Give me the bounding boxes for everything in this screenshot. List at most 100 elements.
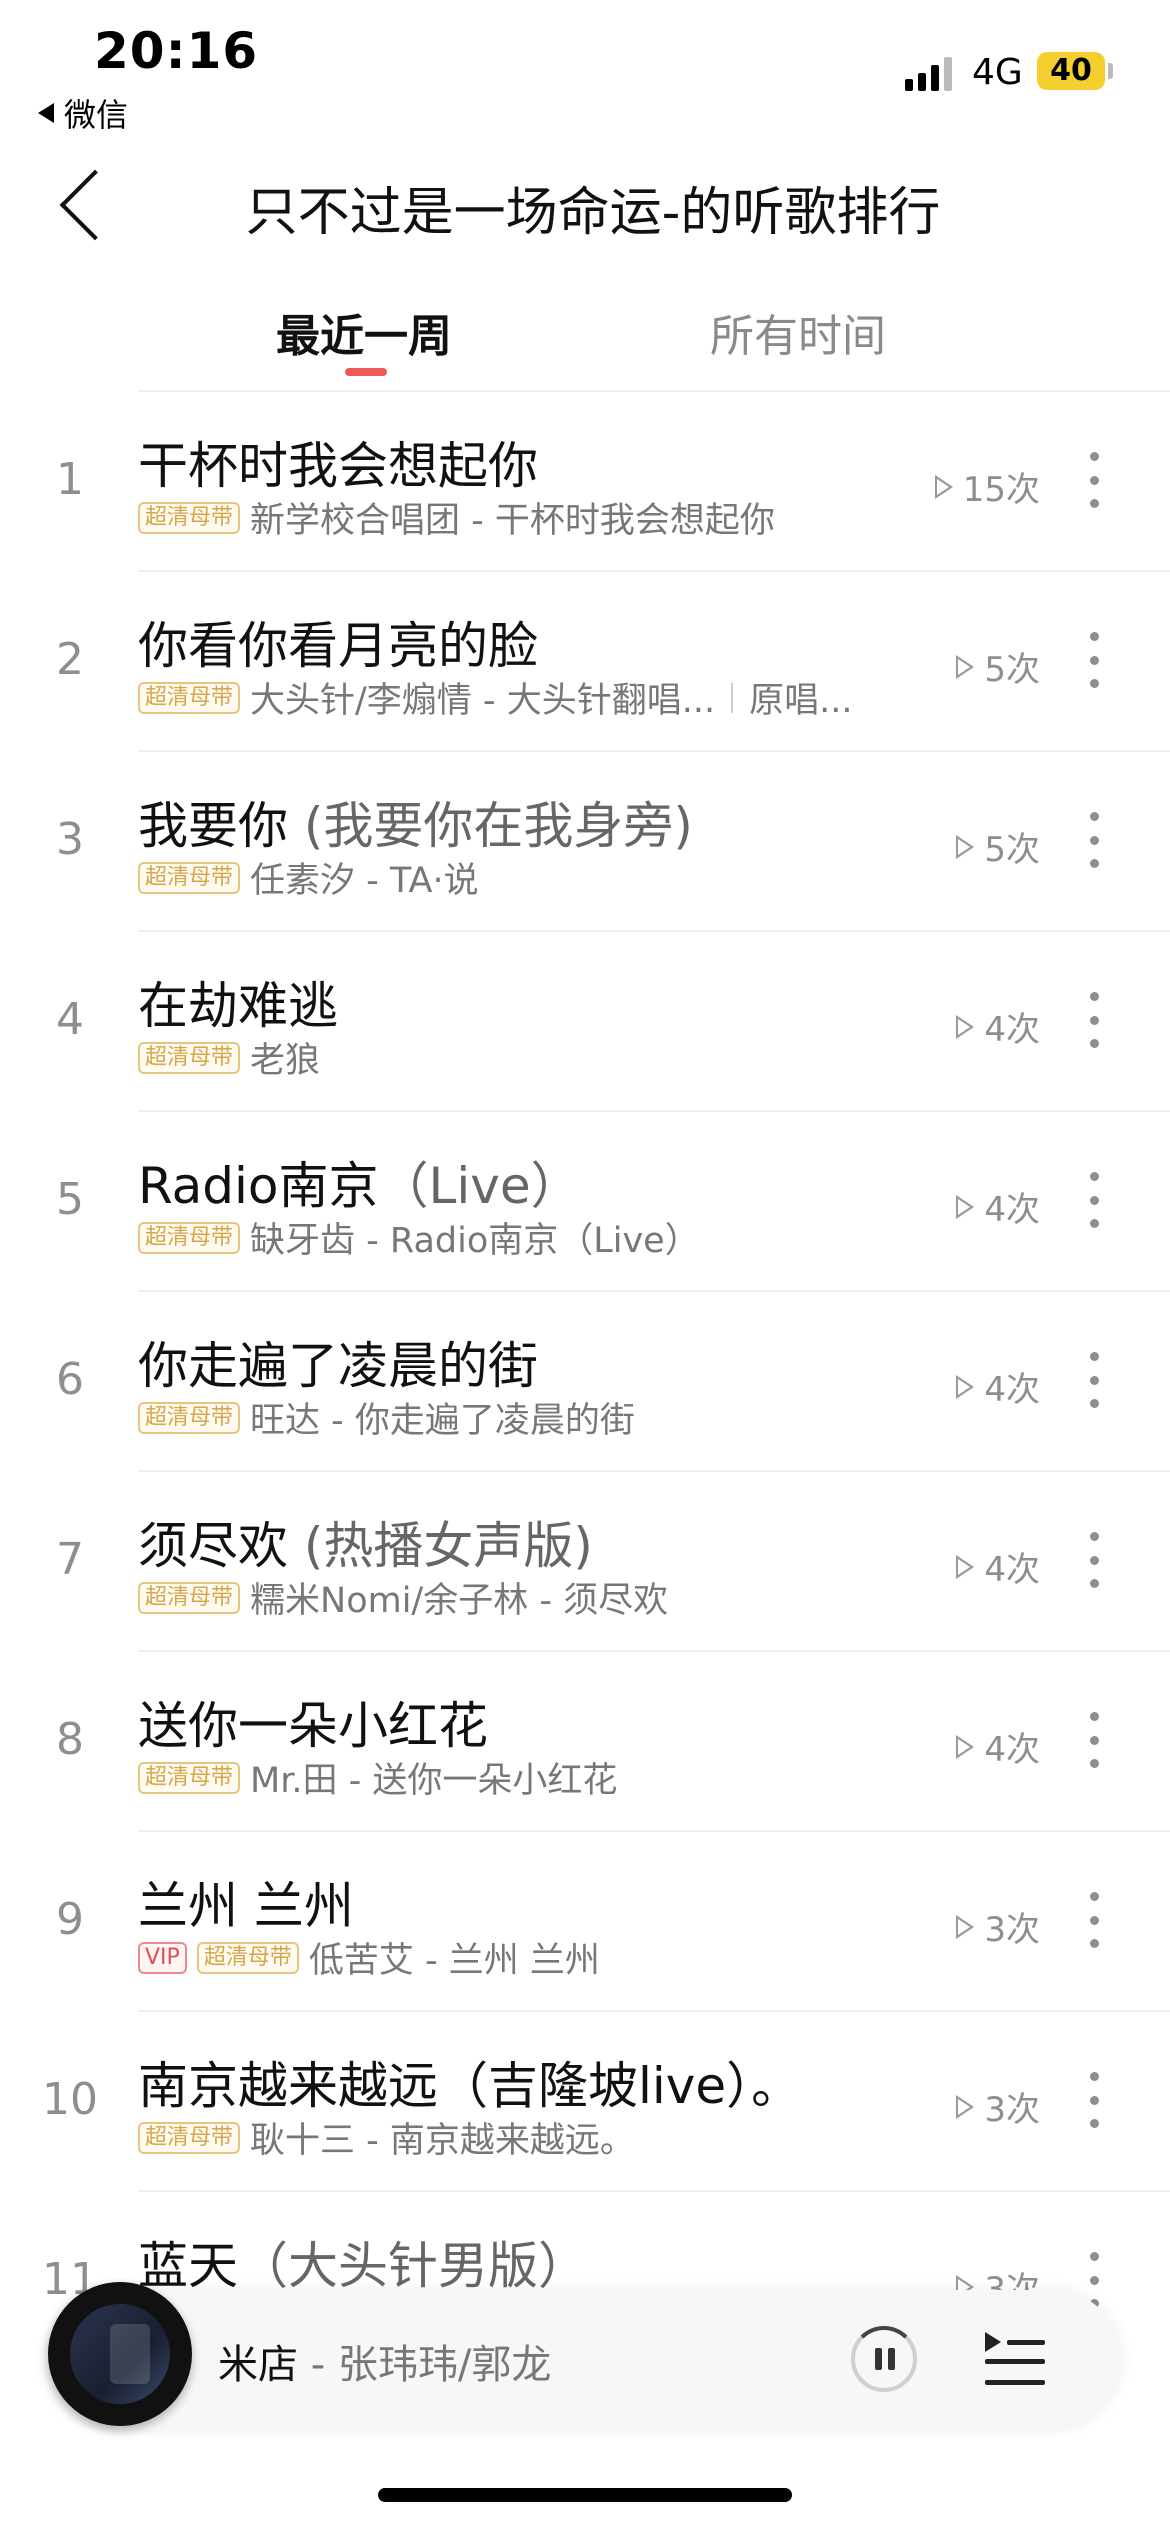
song-artist: 缺牙齿 - Radio南京（Live）	[250, 1221, 700, 1261]
tab-recent-week[interactable]: 最近一周	[276, 300, 452, 364]
song-artist: 老狼	[250, 1041, 321, 1081]
more-options-icon[interactable]	[1088, 1892, 1100, 1948]
play-count: 4次	[956, 1002, 1040, 1051]
song-title: 你走遍了凌晨的街	[138, 1326, 538, 1398]
song-title-main: 你看你看月亮的脸	[138, 617, 538, 675]
song-row[interactable]: 2 你看你看月亮的脸 超清母带 大头针/李煽情 - 大头针翻唱... 原唱...…	[0, 572, 1170, 752]
quality-badge: 超清母带	[138, 1221, 241, 1254]
back-to-app-link[interactable]: 微信	[38, 90, 128, 136]
song-artist: 旺达 - 你走遍了凌晨的街	[250, 1401, 635, 1441]
now-playing-info[interactable]: 米店 - 张玮玮/郭龙	[218, 2332, 551, 2390]
quality-badge: 超清母带	[138, 1581, 241, 1614]
original-singer: 原唱...	[749, 681, 853, 721]
album-disc-icon[interactable]	[48, 2282, 192, 2426]
song-title-main: 我要你	[138, 797, 304, 855]
song-row[interactable]: 5 Radio南京（Live） 超清母带 缺牙齿 - Radio南京（Live）…	[0, 1112, 1170, 1292]
song-title-main: Radio南京	[138, 1157, 379, 1215]
song-rank: 3	[56, 814, 84, 865]
song-rank: 2	[56, 634, 84, 685]
song-title-sub: （Live）	[378, 1157, 581, 1215]
song-meta: 超清母带 大头针/李煽情 - 大头针翻唱... 原唱...	[138, 672, 852, 723]
more-options-icon[interactable]	[1088, 1712, 1100, 1768]
more-options-icon[interactable]	[1088, 2252, 1100, 2308]
song-artist: 耿十三 - 南京越来越远。	[250, 2121, 635, 2161]
more-options-icon[interactable]	[1088, 992, 1100, 1048]
now-playing-artist: 张玮玮/郭龙	[337, 2342, 552, 2388]
song-title-sub: (热播女声版)	[303, 1517, 593, 1575]
playlist-play-mark	[985, 2332, 1001, 2352]
play-count-icon	[956, 1914, 975, 1939]
battery-cap	[1108, 63, 1113, 79]
play-count-label: 4次	[984, 1010, 1040, 1050]
song-title-main: 兰州 兰州	[138, 1877, 354, 1935]
song-row[interactable]: 9 兰州 兰州 VIP 超清母带 低苦艾 - 兰州 兰州 3次	[0, 1832, 1170, 2012]
song-row[interactable]: 3 我要你 (我要你在我身旁) 超清母带 任素汐 - TA·说 5次	[0, 752, 1170, 932]
song-rank: 5	[56, 1174, 84, 1225]
song-artist: Mr.田 - 送你一朵小红花	[250, 1761, 618, 1801]
song-artist: 大头针/李煽情 - 大头针翻唱...	[250, 681, 716, 721]
song-row[interactable]: 10 南京越来越远（吉隆坡live）。 超清母带 耿十三 - 南京越来越远。 3…	[0, 2012, 1170, 2192]
quality-badge: 超清母带	[138, 1761, 241, 1794]
play-count-icon	[956, 1014, 975, 1039]
song-rank: 6	[56, 1354, 84, 1405]
song-row[interactable]: 6 你走遍了凌晨的街 超清母带 旺达 - 你走遍了凌晨的街 4次	[0, 1292, 1170, 1472]
playlist-line	[1007, 2340, 1045, 2345]
play-count-label: 3次	[984, 2090, 1040, 2130]
back-triangle-icon	[38, 103, 54, 123]
song-artist: 新学校合唱团 - 干杯时我会想起你	[250, 501, 775, 541]
playlist-line	[985, 2359, 1045, 2364]
tab-all-time[interactable]: 所有时间	[710, 300, 886, 364]
pause-icon	[875, 2348, 882, 2370]
more-options-icon[interactable]	[1088, 1352, 1100, 1408]
song-title-main: 蓝天	[138, 2237, 238, 2295]
song-title-sub: (我要你在我身旁)	[303, 797, 693, 855]
song-title-sub: （大头针男版）	[238, 2237, 588, 2295]
play-count: 4次	[956, 1182, 1040, 1231]
song-row[interactable]: 7 须尽欢 (热播女声版) 超清母带 糯米Nomi/余子林 - 须尽欢 4次	[0, 1472, 1170, 1652]
battery-icon: 40	[1037, 52, 1105, 90]
more-options-icon[interactable]	[1088, 1172, 1100, 1228]
play-count: 15次	[934, 462, 1040, 511]
mini-player[interactable]	[45, 2290, 1123, 2432]
quality-badge: 超清母带	[138, 1041, 241, 1074]
song-meta: 超清母带 糯米Nomi/余子林 - 须尽欢	[138, 1572, 668, 1623]
more-options-icon[interactable]	[1088, 2072, 1100, 2128]
play-count: 4次	[956, 1542, 1040, 1591]
song-rank: 9	[56, 1894, 84, 1945]
play-count-label: 5次	[984, 830, 1040, 870]
song-title: 我要你 (我要你在我身旁)	[138, 786, 693, 858]
song-artist: 任素汐 - TA·说	[250, 861, 479, 901]
play-count: 4次	[956, 1722, 1040, 1771]
song-row[interactable]: 1 干杯时我会想起你 超清母带 新学校合唱团 - 干杯时我会想起你 15次	[0, 392, 1170, 572]
pause-button[interactable]	[851, 2326, 917, 2392]
song-title: Radio南京（Live）	[138, 1146, 581, 1218]
play-count-icon	[934, 474, 953, 499]
song-meta: 超清母带 缺牙齿 - Radio南京（Live）	[138, 1212, 700, 1263]
song-row[interactable]: 8 送你一朵小红花 超清母带 Mr.田 - 送你一朵小红花 4次	[0, 1652, 1170, 1832]
play-count-icon	[956, 1734, 975, 1759]
song-meta: 超清母带 任素汐 - TA·说	[138, 852, 479, 903]
quality-badge: 超清母带	[138, 1401, 241, 1434]
playlist-line	[985, 2380, 1045, 2385]
more-options-icon[interactable]	[1088, 632, 1100, 688]
song-meta: 超清母带 耿十三 - 南京越来越远。	[138, 2112, 635, 2163]
quality-badge: 超清母带	[138, 2121, 241, 2154]
playlist-icon[interactable]	[985, 2330, 1045, 2388]
quality-badge: 超清母带	[138, 681, 241, 714]
song-row[interactable]: 4 在劫难逃 超清母带 老狼 4次	[0, 932, 1170, 1112]
play-count-label: 5次	[984, 650, 1040, 690]
meta-separator	[731, 682, 734, 713]
play-count-icon	[956, 834, 975, 859]
play-count-label: 15次	[962, 470, 1040, 510]
now-playing-song: 米店	[218, 2342, 298, 2388]
more-options-icon[interactable]	[1088, 1532, 1100, 1588]
more-options-icon[interactable]	[1088, 452, 1100, 508]
more-options-icon[interactable]	[1088, 812, 1100, 868]
back-app-label: 微信	[64, 96, 129, 134]
song-title-main: 干杯时我会想起你	[138, 437, 538, 495]
song-title-main: 在劫难逃	[138, 977, 338, 1035]
home-indicator[interactable]	[378, 2488, 792, 2502]
song-title: 送你一朵小红花	[138, 1686, 488, 1758]
pause-icon-bar	[888, 2348, 895, 2370]
song-rank: 8	[56, 1714, 84, 1765]
